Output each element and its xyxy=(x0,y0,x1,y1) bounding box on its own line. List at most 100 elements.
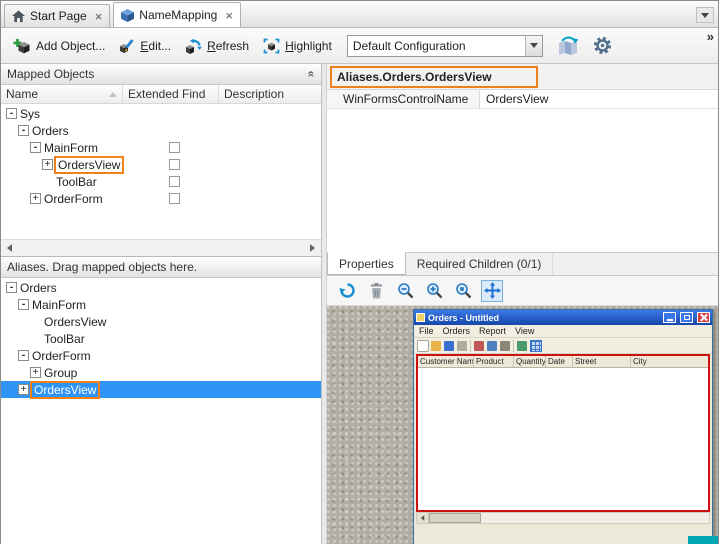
add-object-icon xyxy=(13,38,31,54)
edit-label: Edit... xyxy=(140,39,171,53)
configuration-dropdown[interactable]: Default Configuration xyxy=(347,35,543,57)
tab-start-page[interactable]: Start Page × xyxy=(4,4,110,27)
menu-view: View xyxy=(515,326,534,336)
tree-row-orderform[interactable]: OrderForm xyxy=(1,347,321,364)
tab-properties[interactable]: Properties xyxy=(327,252,406,275)
tree-row-ordersview-selected[interactable]: OrdersView xyxy=(1,381,321,398)
tree-row-orderform[interactable]: OrderForm xyxy=(1,190,321,207)
highlight-label: Highlight xyxy=(285,39,332,53)
tree-row-orders[interactable]: Orders xyxy=(1,122,321,139)
property-value-cell[interactable]: OrdersView xyxy=(480,90,718,108)
update-image-button[interactable] xyxy=(336,280,358,302)
menu-report: Report xyxy=(479,326,506,336)
settings-button[interactable] xyxy=(587,32,618,59)
column-header-extended-find[interactable]: Extended Find xyxy=(123,85,219,103)
image-preview-panel: Orders - Untitled File Orders Report Vie… xyxy=(327,276,718,544)
right-column: Aliases.Orders.OrdersView WinFormsContro… xyxy=(327,64,718,544)
zoom-in-icon xyxy=(426,282,443,299)
trash-icon xyxy=(369,283,384,299)
dropdown-arrow-button[interactable] xyxy=(525,36,542,56)
expand-expander-icon[interactable] xyxy=(18,384,29,395)
add-object-label: Add Object... xyxy=(36,39,105,53)
expand-expander-icon[interactable] xyxy=(42,159,53,170)
toolbar-separator xyxy=(470,340,471,352)
property-name-cell: WinFormsControlName xyxy=(327,90,480,108)
chevron-down-icon xyxy=(530,43,538,48)
property-row[interactable]: WinFormsControlName OrdersView xyxy=(327,90,718,109)
col-quantity: Quantity xyxy=(514,356,546,367)
delete-image-button[interactable] xyxy=(365,280,387,302)
maximize-button xyxy=(680,312,693,323)
expand-expander-icon[interactable] xyxy=(30,193,41,204)
paste-icon xyxy=(500,341,510,351)
namemapping-icon xyxy=(121,9,134,22)
cut-icon xyxy=(474,341,484,351)
close-icon[interactable]: × xyxy=(225,9,233,22)
refresh-icon xyxy=(339,282,356,299)
map-refresh-icon xyxy=(558,36,579,55)
alias-path-highlighted: Aliases.Orders.OrdersView xyxy=(330,66,538,88)
tree-label: OrderForm xyxy=(44,192,103,206)
tree-label: MainForm xyxy=(44,141,98,155)
col-date: Date xyxy=(546,356,573,367)
collapse-expander-icon[interactable] xyxy=(30,142,41,153)
main-area: Mapped Objects « Name Extended Find Desc… xyxy=(1,64,718,544)
zoom-100-icon xyxy=(455,282,472,299)
tree-row-toolbar[interactable]: ToolBar xyxy=(1,173,321,190)
tree-row-sys[interactable]: Sys xyxy=(1,105,321,122)
tree-row-ordersview[interactable]: OrdersView xyxy=(1,313,321,330)
refresh-button[interactable]: Refresh xyxy=(179,34,255,58)
expand-expander-icon[interactable] xyxy=(30,367,41,378)
column-header-description[interactable]: Description xyxy=(219,85,321,103)
tree-row-ordersview[interactable]: OrdersView xyxy=(1,156,321,173)
extended-find-checkbox[interactable] xyxy=(169,159,180,170)
extended-find-checkbox[interactable] xyxy=(169,176,180,187)
sort-ascending-icon xyxy=(109,92,117,97)
left-column: Mapped Objects « Name Extended Find Desc… xyxy=(1,64,322,544)
extended-find-checkbox[interactable] xyxy=(169,193,180,204)
zoom-100-button[interactable] xyxy=(452,280,474,302)
extended-find-checkbox[interactable] xyxy=(169,142,180,153)
zoom-in-button[interactable] xyxy=(423,280,445,302)
tab-namemapping[interactable]: NameMapping × xyxy=(113,2,241,27)
update-namemapping-button[interactable] xyxy=(552,32,585,59)
tree-row-toolbar[interactable]: ToolBar xyxy=(1,330,321,347)
tab-list-chevron-button[interactable] xyxy=(696,7,714,23)
collapse-expander-icon[interactable] xyxy=(18,299,29,310)
collapse-expander-icon[interactable] xyxy=(6,282,17,293)
tree-row-group[interactable]: Group xyxy=(1,364,321,381)
scroll-right-button[interactable] xyxy=(304,240,321,256)
highlight-icon xyxy=(263,38,280,54)
collapse-panel-icon[interactable]: « xyxy=(305,71,319,78)
fit-to-window-button[interactable] xyxy=(481,280,503,302)
column-header-name[interactable]: Name xyxy=(1,85,123,103)
panel-title: Mapped Objects xyxy=(7,67,94,81)
close-icon[interactable]: × xyxy=(95,10,103,23)
object-image-preview[interactable]: Orders - Untitled File Orders Report Vie… xyxy=(327,306,718,544)
toolbar-overflow-button[interactable]: » xyxy=(707,29,712,44)
home-icon xyxy=(12,10,25,23)
scroll-left-button[interactable] xyxy=(1,240,18,256)
tab-required-children[interactable]: Required Children (0/1) xyxy=(406,253,554,275)
mapped-objects-header: Mapped Objects « xyxy=(1,64,321,85)
highlight-button[interactable]: Highlight xyxy=(257,34,338,58)
preview-window-title: Orders - Untitled xyxy=(428,313,659,323)
horizontal-scrollbar[interactable] xyxy=(1,239,321,256)
add-object-button[interactable]: Add Object... xyxy=(7,34,111,58)
tree-row-mainform[interactable]: MainForm xyxy=(1,139,321,156)
edit-button[interactable]: Edit... xyxy=(113,34,177,58)
collapse-expander-icon[interactable] xyxy=(6,108,17,119)
tab-label: Start Page xyxy=(30,9,87,23)
fit-to-window-icon xyxy=(484,282,501,299)
arrow-right-icon xyxy=(310,244,315,252)
collapse-expander-icon[interactable] xyxy=(18,125,29,136)
grid-view-icon xyxy=(530,340,542,352)
alias-path-bar: Aliases.Orders.OrdersView xyxy=(327,64,718,90)
tree-label: MainForm xyxy=(32,298,86,312)
tree-row-mainform[interactable]: MainForm xyxy=(1,296,321,313)
configuration-value: Default Configuration xyxy=(348,39,525,53)
tree-row-orders[interactable]: Orders xyxy=(1,279,321,296)
panel-title: Aliases. Drag mapped objects here. xyxy=(7,260,197,274)
collapse-expander-icon[interactable] xyxy=(18,350,29,361)
zoom-out-button[interactable] xyxy=(394,280,416,302)
